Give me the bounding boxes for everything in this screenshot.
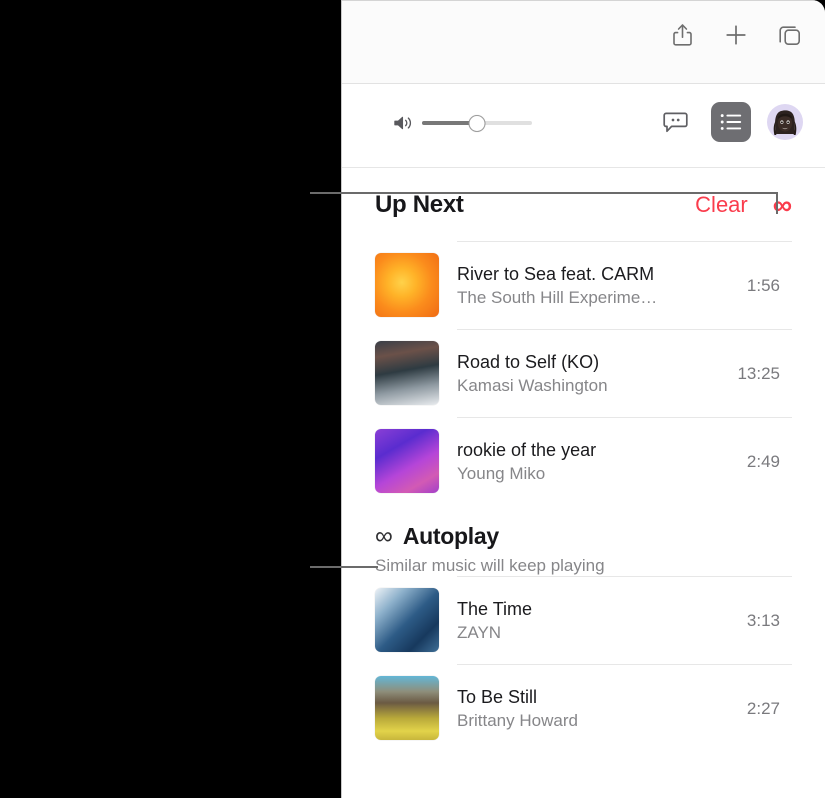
track-inner: The Time ZAYN 3:13: [457, 599, 780, 643]
up-next-header: Up Next Clear ∞: [342, 169, 825, 241]
volume-slider[interactable]: [422, 114, 532, 132]
browser-window: Up Next Clear ∞ River to Sea feat. CARM T…: [341, 0, 825, 798]
track-duration: 2:49: [746, 451, 780, 471]
track-inner: Road to Self (KO) Kamasi Washington 13:25: [457, 352, 780, 396]
autoplay-subtitle: Similar music will keep playing: [375, 556, 605, 575]
autoplay-track-list: The Time ZAYN 3:13 To Be Still Brittany Howa…: [342, 576, 825, 752]
track-artist: Kamasi Washington: [457, 375, 608, 395]
track-meta: River to Sea feat. CARM The South Hill Ex…: [457, 241, 792, 329]
album-artwork: [375, 253, 439, 317]
track-duration: 1:56: [746, 275, 780, 295]
track-texts: rookie of the year Young Miko: [457, 440, 735, 484]
callout-line-autoplay: [310, 566, 378, 568]
album-artwork: [375, 341, 439, 405]
up-next-title: Up Next: [375, 191, 464, 218]
queue-list-icon[interactable]: [711, 102, 751, 142]
track-duration: 3:13: [746, 610, 780, 630]
track-row[interactable]: rookie of the year Young Miko 2:49: [375, 417, 792, 505]
track-title: Road to Self (KO): [457, 351, 600, 372]
album-artwork: [375, 588, 439, 652]
track-duration: 2:27: [746, 698, 780, 718]
browser-toolbar: [342, 1, 825, 84]
callout-line-up-next-horizontal: [310, 192, 778, 194]
user-avatar[interactable]: [767, 104, 803, 140]
track-title: River to Sea feat. CARM: [457, 263, 655, 284]
clear-queue-button[interactable]: Clear: [695, 192, 748, 218]
speaker-wave-icon[interactable]: [393, 114, 413, 132]
autoplay-title: Autoplay: [402, 523, 499, 549]
screenshot-root: Up Next Clear ∞ River to Sea feat. CARM T…: [0, 0, 825, 798]
track-artist: Brittany Howard: [457, 710, 578, 730]
volume-control-group: [393, 114, 532, 132]
track-artist: ZAYN: [457, 622, 502, 642]
track-inner: rookie of the year Young Miko 2:49: [457, 440, 780, 484]
track-row[interactable]: To Be Still Brittany Howard 2:27: [375, 664, 792, 752]
callout-line-up-next-vertical: [776, 192, 778, 214]
player-right-controls: [655, 102, 803, 142]
track-row[interactable]: River to Sea feat. CARM The South Hill Ex…: [375, 241, 792, 329]
track-texts: River to Sea feat. CARM The South Hill Ex…: [457, 264, 735, 308]
track-meta: To Be Still Brittany Howard 2:27: [457, 664, 792, 752]
autoplay-infinity-icon: ∞: [375, 522, 393, 550]
track-title: To Be Still: [457, 686, 538, 707]
track-meta: Road to Self (KO) Kamasi Washington 13:25: [457, 329, 792, 417]
track-texts: Road to Self (KO) Kamasi Washington: [457, 352, 725, 396]
autoplay-section: ∞ Autoplay Similar music will keep playi…: [342, 505, 825, 576]
track-inner: River to Sea feat. CARM The South Hill Ex…: [457, 264, 780, 308]
up-next-track-list: River to Sea feat. CARM The South Hill Ex…: [342, 241, 825, 505]
track-duration: 13:25: [737, 363, 780, 383]
autoplay-header: ∞ Autoplay: [375, 523, 792, 550]
track-texts: To Be Still Brittany Howard: [457, 687, 735, 731]
tab-overview-icon[interactable]: [777, 22, 803, 48]
album-artwork: [375, 676, 439, 740]
volume-slider-thumb[interactable]: [468, 114, 486, 132]
track-title: The Time: [457, 598, 533, 619]
new-tab-icon[interactable]: [723, 22, 749, 48]
track-texts: The Time ZAYN: [457, 599, 735, 643]
share-icon[interactable]: [669, 22, 695, 48]
track-row[interactable]: The Time ZAYN 3:13: [375, 576, 792, 664]
track-meta: rookie of the year Young Miko 2:49: [457, 417, 792, 505]
lyrics-bubble-icon[interactable]: [655, 102, 695, 142]
track-artist: The South Hill Experime…: [457, 287, 658, 307]
track-title: rookie of the year: [457, 439, 597, 460]
player-control-bar: [342, 84, 825, 168]
track-meta: The Time ZAYN 3:13: [457, 576, 792, 664]
up-next-panel: Up Next Clear ∞ River to Sea feat. CARM T…: [342, 169, 825, 798]
track-row[interactable]: Road to Self (KO) Kamasi Washington 13:25: [375, 329, 792, 417]
track-inner: To Be Still Brittany Howard 2:27: [457, 687, 780, 731]
track-artist: Young Miko: [457, 463, 546, 483]
browser-toolbar-actions: [669, 22, 803, 48]
album-artwork: [375, 429, 439, 493]
